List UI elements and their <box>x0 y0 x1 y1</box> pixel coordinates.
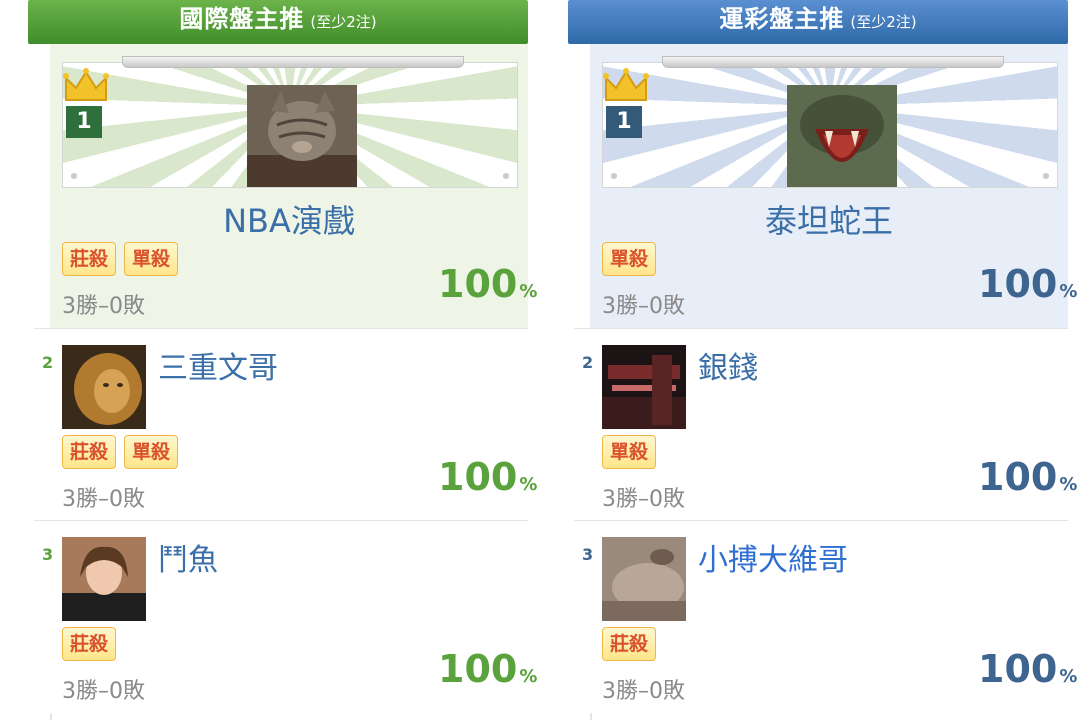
user-name[interactable]: NBA演戲 <box>50 196 528 242</box>
panel-sports-lottery: 運彩盤主推 (至少2注) 1 泰坦蛇王 單殺 3勝–0敗 100% 2 銀錢 單… <box>568 0 1077 720</box>
win-rate-unit: % <box>519 666 538 687</box>
avatar[interactable] <box>247 85 357 188</box>
panel-subtitle: (至少2注) <box>310 13 377 31</box>
user-name[interactable]: 泰坦蛇王 <box>590 196 1068 242</box>
avatar-frame <box>62 62 518 188</box>
list-item[interactable]: 3 小搏大維哥 莊殺 3勝–0敗 100% <box>574 520 1077 713</box>
win-rate-value: 100 <box>978 647 1058 691</box>
panel-subtitle: (至少2注) <box>850 13 917 31</box>
badge-dansha: 單殺 <box>124 435 178 469</box>
user-name[interactable]: 三重文哥 <box>158 343 278 387</box>
win-loss-record: 3勝–0敗 <box>62 487 145 512</box>
list-item[interactable]: 2 三重文哥 莊殺 單殺 3勝–0敗 100% <box>34 328 537 521</box>
win-loss-record: 3勝–0敗 <box>62 294 145 319</box>
rank-number: 3 <box>582 545 594 564</box>
crown-icon <box>603 68 649 101</box>
panel-header[interactable]: 國際盤主推 (至少2注) <box>28 0 528 44</box>
list-item[interactable]: 3 鬥魚 莊殺 3勝–0敗 100% <box>34 520 537 713</box>
win-rate: 100% <box>438 455 537 499</box>
badge-group: 單殺 <box>602 242 656 276</box>
avatar[interactable] <box>602 537 686 621</box>
win-rate-value: 100 <box>978 455 1058 499</box>
top-ranked-card[interactable]: 1 NBA演戲 莊殺 單殺 3勝–0敗 100% <box>50 44 537 329</box>
avatar[interactable] <box>62 345 146 429</box>
frame-dot <box>71 173 77 179</box>
win-rate-unit: % <box>1059 281 1078 302</box>
win-rate-unit: % <box>519 281 538 302</box>
hanger-bar <box>122 56 464 68</box>
panel-title: 國際盤主推 <box>179 5 305 33</box>
win-loss-record: 3勝–0敗 <box>602 294 685 319</box>
win-rate-unit: % <box>519 474 538 495</box>
win-loss-record: 3勝–0敗 <box>62 679 145 704</box>
win-loss-record: 3勝–0敗 <box>602 487 685 512</box>
frame-dot <box>611 173 617 179</box>
hanger-bar <box>662 56 1004 68</box>
badge-dansha: 單殺 <box>602 242 656 276</box>
panel-header[interactable]: 運彩盤主推 (至少2注) <box>568 0 1068 44</box>
win-rate: 100% <box>978 647 1077 691</box>
win-rate-value: 100 <box>438 262 518 306</box>
badge-dansha: 單殺 <box>124 242 178 276</box>
win-loss-record: 3勝–0敗 <box>602 679 685 704</box>
badge-group: 單殺 <box>602 435 656 469</box>
badge-zhuangsha: 莊殺 <box>62 627 116 661</box>
win-rate-value: 100 <box>978 262 1058 306</box>
badge-group: 莊殺 <box>602 627 656 661</box>
avatar[interactable] <box>787 85 897 188</box>
avatar[interactable] <box>62 537 146 621</box>
rank-number: 2 <box>42 353 54 372</box>
win-rate: 100% <box>438 262 537 306</box>
badge-group: 莊殺 單殺 <box>62 242 178 276</box>
badge-zhuangsha: 莊殺 <box>62 242 116 276</box>
avatar-frame <box>602 62 1058 188</box>
win-rate-unit: % <box>1059 474 1078 495</box>
badge-group: 莊殺 <box>62 627 116 661</box>
badge-group: 莊殺 單殺 <box>62 435 178 469</box>
win-rate-unit: % <box>1059 666 1078 687</box>
user-name[interactable]: 銀錢 <box>698 343 758 387</box>
win-rate: 100% <box>978 455 1077 499</box>
win-rate: 100% <box>978 262 1077 306</box>
avatar[interactable] <box>602 345 686 429</box>
badge-dansha: 單殺 <box>602 435 656 469</box>
rank-number: 3 <box>42 545 54 564</box>
badge-zhuangsha: 莊殺 <box>602 627 656 661</box>
top-ranked-card[interactable]: 1 泰坦蛇王 單殺 3勝–0敗 100% <box>590 44 1077 329</box>
panel-international: 國際盤主推 (至少2注) 1 NBA演戲 莊殺 單殺 3勝–0敗 100 % 2… <box>28 0 537 720</box>
win-rate-value: 100 <box>438 455 518 499</box>
list-item[interactable]: 2 銀錢 單殺 3勝–0敗 100% <box>574 328 1077 521</box>
badge-zhuangsha: 莊殺 <box>62 435 116 469</box>
crown-icon <box>63 68 109 101</box>
frame-dot <box>1043 173 1049 179</box>
user-name[interactable]: 鬥魚 <box>158 535 218 579</box>
rank-badge: 1 <box>606 106 642 138</box>
win-rate: 100% <box>438 647 537 691</box>
win-rate-value: 100 <box>438 647 518 691</box>
rank-badge: 1 <box>66 106 102 138</box>
user-name[interactable]: 小搏大維哥 <box>698 535 848 579</box>
frame-dot <box>503 173 509 179</box>
panel-title: 運彩盤主推 <box>719 5 845 33</box>
rank-number: 2 <box>582 353 594 372</box>
